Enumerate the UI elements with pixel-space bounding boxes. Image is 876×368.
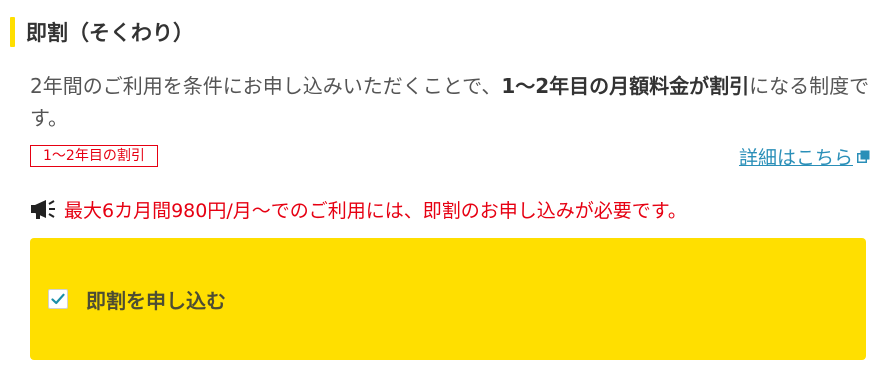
apply-checkbox[interactable] (48, 289, 68, 309)
details-link-label: 詳細はこちら (738, 146, 853, 169)
apply-sokuwari-option[interactable]: 即割を申し込む (30, 238, 866, 360)
megaphone-icon (30, 197, 62, 221)
discount-tag-label: 1〜2年目の割引 (43, 148, 145, 164)
description-emphasis: 1〜2年目の月額料金が割引 (501, 74, 750, 98)
notice-text: 最大6カ月間980円/月〜でのご利用には、即割のお申し込みが必要です。 (64, 199, 687, 222)
section-title: 即割（そくわり） (26, 21, 194, 45)
apply-label: 即割を申し込む (86, 288, 226, 313)
section-header: 即割（そくわり） (10, 14, 194, 50)
description-part1: 2年間のご利用を条件にお申し込みいただくことで、 (30, 74, 502, 98)
header-accent-bar (10, 17, 15, 47)
notice: 最大6カ月間980円/月〜でのご利用には、即割のお申し込みが必要です。 (30, 194, 687, 224)
discount-tag: 1〜2年目の割引 (30, 145, 158, 167)
details-link[interactable]: 詳細はこちら (739, 142, 870, 170)
external-link-icon (856, 149, 870, 163)
description-text: 2年間のご利用を条件にお申し込みいただくことで、1〜2年目の月額料金が割引になる… (30, 70, 874, 134)
checkmark-icon (51, 293, 65, 305)
